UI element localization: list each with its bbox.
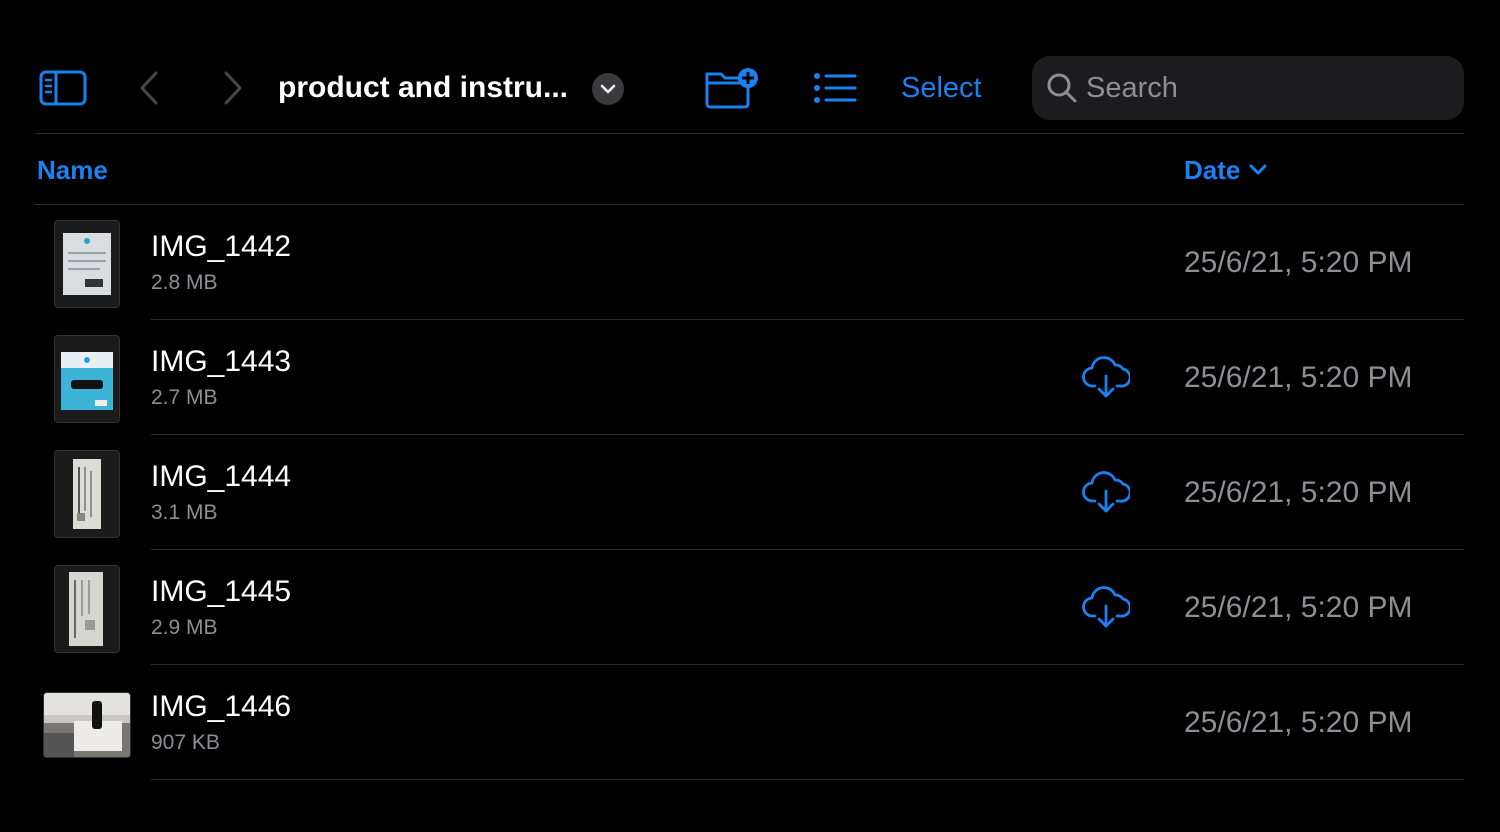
- chevron-down-icon: [1249, 164, 1267, 175]
- row-divider: [151, 779, 1464, 780]
- list-view-button[interactable]: [812, 70, 858, 106]
- files-browser: product and instru... Select Search Name…: [0, 0, 1500, 832]
- file-name: IMG_1446: [151, 690, 292, 723]
- file-thumbnail: [54, 565, 120, 653]
- file-size: 907 KB: [151, 731, 220, 754]
- download-button[interactable]: [1082, 471, 1132, 515]
- new-folder-button[interactable]: [704, 66, 760, 110]
- file-size: 3.1 MB: [151, 501, 218, 524]
- cloud-download-icon: [1082, 356, 1132, 398]
- folder-plus-icon: [705, 68, 758, 109]
- file-date: 25/6/21, 5:20 PM: [1184, 591, 1413, 624]
- toolbar: product and instru... Select Search: [0, 0, 1500, 134]
- download-button[interactable]: [1082, 586, 1132, 630]
- folder-title[interactable]: product and instru...: [278, 68, 568, 108]
- file-row[interactable]: IMG_1444 3.1 MB 25/6/21, 5:20 PM: [0, 435, 1500, 550]
- sidebar-toggle-button[interactable]: [38, 68, 88, 108]
- search-field[interactable]: [1032, 56, 1464, 120]
- chevron-left-icon: [140, 71, 158, 105]
- file-size: 2.8 MB: [151, 271, 218, 294]
- file-thumbnail: [54, 335, 120, 423]
- column-header-date[interactable]: Date: [1184, 150, 1268, 190]
- column-header-date-label: Date: [1184, 155, 1241, 185]
- file-date: 25/6/21, 5:20 PM: [1184, 476, 1413, 509]
- file-thumbnail: [54, 450, 120, 538]
- file-name: IMG_1444: [151, 460, 292, 493]
- chevron-down-icon: [600, 84, 616, 94]
- download-button[interactable]: [1082, 356, 1132, 400]
- file-date: 25/6/21, 5:20 PM: [1184, 246, 1413, 279]
- cloud-download-icon: [1082, 586, 1132, 628]
- file-name: IMG_1445: [151, 575, 292, 608]
- file-row[interactable]: IMG_1445 2.9 MB 25/6/21, 5:20 PM: [0, 550, 1500, 665]
- select-button[interactable]: Select: [901, 68, 982, 108]
- sidebar-icon: [39, 70, 87, 106]
- back-button[interactable]: [134, 68, 164, 108]
- file-name: IMG_1442: [151, 230, 292, 263]
- toolbar-divider: [35, 133, 1464, 134]
- file-row[interactable]: IMG_1443 2.7 MB 25/6/21, 5:20 PM: [0, 320, 1500, 435]
- file-size: 2.9 MB: [151, 616, 218, 639]
- file-row[interactable]: IMG_1446 907 KB 25/6/21, 5:20 PM: [0, 665, 1500, 780]
- file-row[interactable]: IMG_1442 2.8 MB 25/6/21, 5:20 PM: [0, 205, 1500, 320]
- file-size: 2.7 MB: [151, 386, 218, 409]
- file-name: IMG_1443: [151, 345, 292, 378]
- file-date: 25/6/21, 5:20 PM: [1184, 706, 1413, 739]
- list-icon: [814, 73, 857, 103]
- chevron-right-icon: [224, 71, 242, 105]
- search-input[interactable]: [1086, 56, 1446, 120]
- file-thumbnail: [43, 692, 131, 758]
- file-date: 25/6/21, 5:20 PM: [1184, 361, 1413, 394]
- column-header-name[interactable]: Name: [37, 150, 108, 190]
- cloud-download-icon: [1082, 471, 1132, 513]
- forward-button[interactable]: [218, 68, 248, 108]
- search-icon: [1047, 73, 1077, 103]
- file-thumbnail: [54, 220, 120, 308]
- folder-menu-button[interactable]: [592, 73, 624, 105]
